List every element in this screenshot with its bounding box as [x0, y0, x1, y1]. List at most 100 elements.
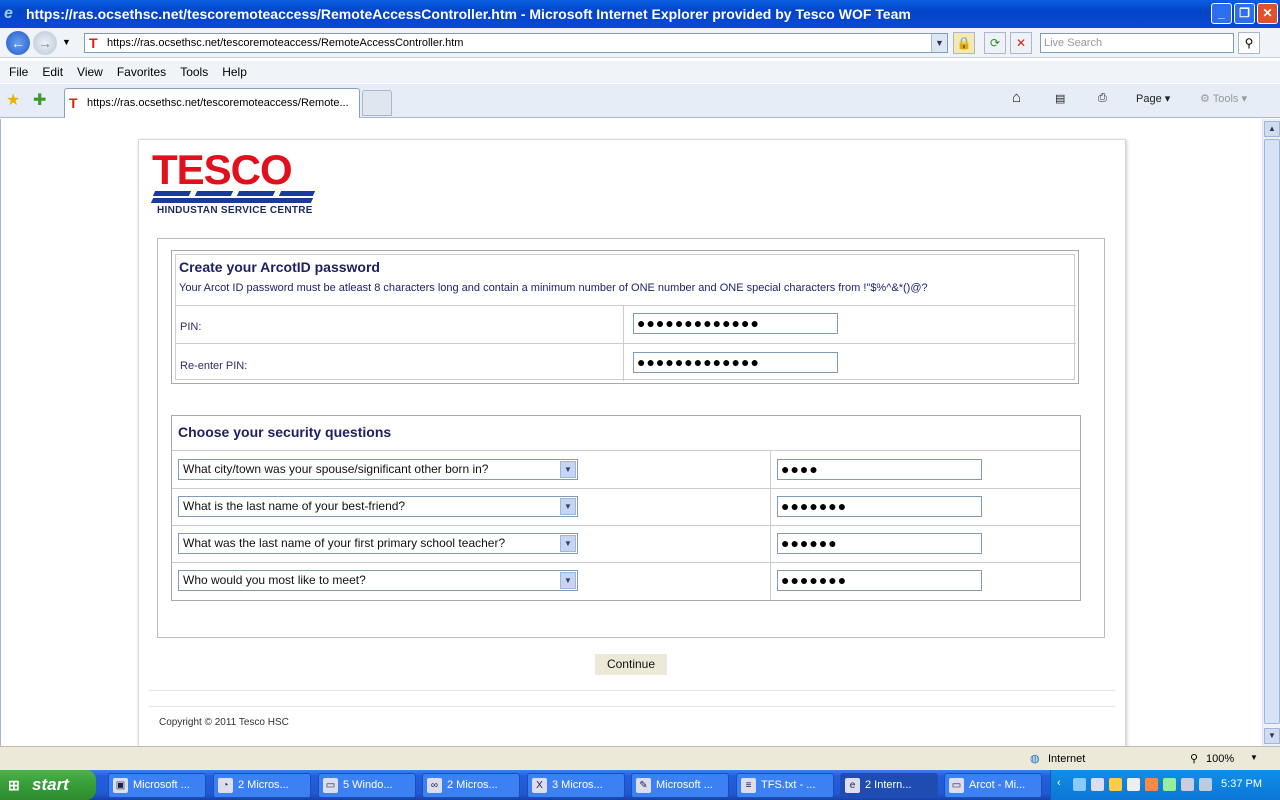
scroll-down-icon[interactable]: ▼ [1264, 728, 1280, 744]
taskbar-button[interactable]: X 3 Micros... [527, 773, 625, 798]
copyright-text: Copyright © 2011 Tesco HSC [159, 717, 289, 728]
pin-input[interactable]: ●●●●●●●●●●●●● [633, 313, 838, 334]
security-zone: Internet [1048, 753, 1086, 765]
site-favicon: T [89, 35, 98, 51]
maximize-button[interactable]: ❐ [1234, 3, 1255, 24]
security-answer-input-2[interactable]: ●●●●●●● [777, 496, 982, 517]
continue-button[interactable]: Continue [595, 654, 667, 675]
vertical-scrollbar[interactable]: ▲ ▼ [1262, 119, 1280, 746]
search-icon[interactable]: ⚲ [1238, 32, 1260, 54]
tray-app-icon[interactable] [1163, 778, 1176, 791]
question-1-text: What city/town was your spouse/significa… [183, 462, 489, 476]
taskbar-button[interactable]: ▣ Microsoft ... [108, 773, 206, 798]
page-viewport: TESCO HINDUSTAN SERVICE CENTRE Create yo… [0, 119, 1262, 746]
security-answer-input-3[interactable]: ●●●●●● [777, 533, 982, 554]
taskbar-button[interactable]: ≡ TFS.txt - ... [736, 773, 834, 798]
security-question-select-3[interactable]: What was the last name of your first pri… [178, 533, 578, 554]
scroll-thumb[interactable] [1264, 139, 1280, 724]
tools-menu[interactable]: ⚙ Tools ▾ [1200, 92, 1247, 105]
taskbar-button[interactable]: ✎ Microsoft ... [631, 773, 729, 798]
taskbar-button[interactable]: ◔ 2 Micros... [213, 773, 311, 798]
start-label: start [32, 775, 69, 794]
app-icon: ▣ [113, 778, 128, 793]
menu-bar: File Edit View Favorites Tools Help [0, 61, 1280, 83]
minimize-button[interactable]: _ [1211, 3, 1232, 24]
taskbar-button-label: Microsoft ... [133, 779, 190, 791]
taskbar-button-label: 2 Micros... [238, 779, 289, 791]
start-button[interactable]: ⊞ start [0, 770, 96, 800]
tray-app-icon[interactable] [1091, 778, 1104, 791]
home-icon[interactable]: ⌂ [1012, 89, 1021, 106]
menu-view[interactable]: View [77, 65, 103, 79]
tray-app-icon[interactable] [1109, 778, 1122, 791]
print-icon[interactable]: ⎙ [1098, 92, 1107, 105]
security-question-select-4[interactable]: Who would you most like to meet? ▼ [178, 570, 578, 591]
question-2-text: What is the last name of your best-frien… [183, 499, 406, 513]
address-text: https://ras.ocsethsc.net/tescoremoteacce… [107, 37, 464, 49]
menu-help[interactable]: Help [222, 65, 247, 79]
address-dropdown-icon[interactable]: ▼ [931, 34, 947, 52]
security-question-select-1[interactable]: What city/town was your spouse/significa… [178, 459, 578, 480]
taskbar-button-label: Arcot - Mi... [969, 779, 1026, 791]
volume-icon[interactable] [1181, 778, 1194, 791]
security-answer-input-1[interactable]: ●●●● [777, 459, 982, 480]
password-hint: Your Arcot ID password must be atleast 8… [179, 282, 928, 294]
taskbar-button[interactable]: ▭ 5 Windo... [318, 773, 416, 798]
logo-subtitle: HINDUSTAN SERVICE CENTRE [157, 205, 313, 216]
taskbar-button[interactable]: e 2 Intern... [840, 773, 938, 798]
tab-current[interactable]: T https://ras.ocsethsc.net/tescoremoteac… [64, 88, 360, 118]
question-4-text: Who would you most like to meet? [183, 573, 366, 587]
close-button[interactable]: ✕ [1257, 3, 1278, 24]
menu-file[interactable]: File [9, 65, 28, 79]
tray-app-icon[interactable] [1127, 778, 1140, 791]
history-dropdown-icon[interactable]: ▼ [62, 37, 71, 47]
content-card: TESCO HINDUSTAN SERVICE CENTRE Create yo… [138, 139, 1126, 746]
tray-app-icon[interactable] [1145, 778, 1158, 791]
zoom-dropdown-icon[interactable]: ▼ [1250, 753, 1258, 762]
taskbar-button[interactable]: ∞ 2 Micros... [422, 773, 520, 798]
page-menu[interactable]: Page ▾ [1136, 92, 1170, 105]
clock[interactable]: 5:37 PM [1221, 778, 1262, 790]
menu-tools[interactable]: Tools [180, 65, 208, 79]
reenter-pin-input[interactable]: ●●●●●●●●●●●●● [633, 352, 838, 373]
feeds-icon[interactable]: ▤ [1055, 92, 1065, 105]
forward-button[interactable]: → [33, 31, 57, 55]
add-favorite-icon[interactable]: ✚ [33, 90, 46, 110]
zoom-level[interactable]: 100% [1206, 753, 1234, 765]
windows-flag-icon: ⊞ [8, 777, 20, 793]
new-tab-button[interactable] [362, 90, 392, 116]
address-bar[interactable]: T https://ras.ocsethsc.net/tescoremoteac… [84, 33, 948, 53]
folder-icon: ▭ [949, 778, 964, 793]
stop-button[interactable]: ✕ [1010, 32, 1032, 54]
scroll-up-icon[interactable]: ▲ [1264, 121, 1280, 137]
taskbar-button-label: Microsoft ... [656, 779, 713, 791]
tray-expand-icon[interactable]: ‹ [1057, 777, 1061, 789]
chevron-down-icon[interactable]: ▼ [560, 498, 576, 515]
chevron-down-icon[interactable]: ▼ [560, 535, 576, 552]
network-icon[interactable] [1073, 778, 1086, 791]
logo-word: TESCO [152, 146, 293, 193]
taskbar-button[interactable]: ▭ Arcot - Mi... [944, 773, 1042, 798]
chevron-down-icon[interactable]: ▼ [560, 572, 576, 589]
menu-edit[interactable]: Edit [42, 65, 63, 79]
question-row [172, 562, 1080, 563]
menu-favorites[interactable]: Favorites [117, 65, 166, 79]
app-icon: ∞ [427, 778, 442, 793]
search-input[interactable]: Live Search [1040, 33, 1234, 53]
pin-label: PIN: [180, 321, 202, 333]
security-question-select-2[interactable]: What is the last name of your best-frien… [178, 496, 578, 517]
app-icon: ◔ [218, 778, 233, 793]
chevron-down-icon[interactable]: ▼ [560, 461, 576, 478]
divider [149, 690, 1115, 691]
tray-app-icon[interactable] [1199, 778, 1212, 791]
status-bar: ◍ Internet ⚲ 100% ▼ [0, 746, 1280, 770]
back-button[interactable]: ← [6, 31, 30, 55]
windows-taskbar: ⊞ start ▣ Microsoft ... ◔ 2 Micros... ▭ 5 W… [0, 770, 1280, 800]
lock-icon[interactable]: 🔒 [953, 32, 975, 54]
refresh-button[interactable]: ⟳ [984, 32, 1006, 54]
tab-bar: ★ ✚ T https://ras.ocsethsc.net/tescoremo… [0, 84, 1280, 118]
question-row [172, 488, 1080, 489]
favorites-star-icon[interactable]: ★ [6, 90, 20, 110]
tab-title: https://ras.ocsethsc.net/tescoremoteacce… [87, 97, 349, 109]
security-answer-input-4[interactable]: ●●●●●●● [777, 570, 982, 591]
